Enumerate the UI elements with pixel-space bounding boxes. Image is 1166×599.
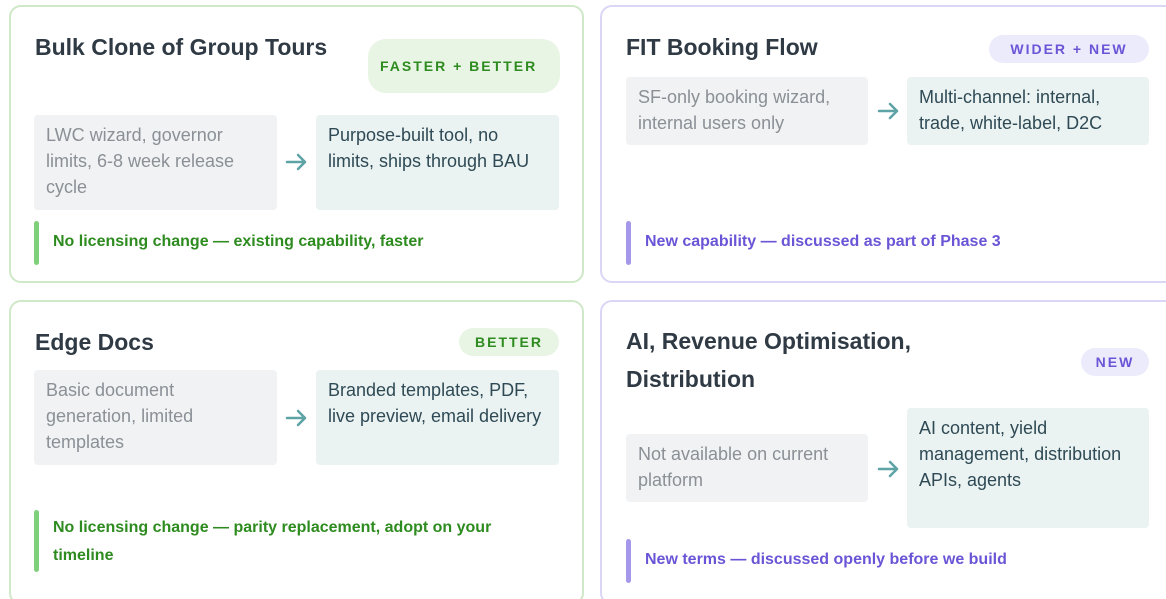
arrow-right-icon — [877, 460, 899, 478]
card-fit-booking: FIT Booking Flow WIDER + NEW SF-only boo… — [600, 5, 1166, 283]
after-description: Branded templates, PDF, live preview, em… — [316, 370, 559, 465]
card-title: Edge Docs — [35, 329, 154, 355]
arrow-right-icon — [285, 409, 307, 427]
before-description: SF-only booking wizard, internal users o… — [626, 77, 868, 145]
licensing-note: No licensing change — existing capabilit… — [34, 221, 554, 265]
after-description: Purpose-built tool, no limits, ships thr… — [316, 115, 559, 210]
before-description: LWC wizard, governor limits, 6-8 week re… — [34, 115, 277, 210]
status-badge: NEW — [1081, 348, 1149, 376]
card-title: FIT Booking Flow — [626, 34, 818, 60]
card-title: AI, Revenue Optimisation, Distribution — [626, 328, 911, 392]
arrow-right-icon — [877, 102, 899, 120]
arrow-right-icon — [285, 153, 307, 171]
after-description: AI content, yield management, distributi… — [907, 408, 1149, 528]
status-badge: FASTER + BETTER — [368, 39, 560, 93]
status-badge: WIDER + NEW — [989, 35, 1149, 63]
card-title: Bulk Clone of Group Tours — [35, 34, 328, 60]
after-description: Multi-channel: internal, trade, white-la… — [907, 77, 1149, 145]
card-ai-revenue: AI, Revenue Optimisation, Distribution N… — [600, 300, 1166, 599]
before-description: Basic document generation, limited templ… — [34, 370, 277, 465]
licensing-note: New terms — discussed openly before we b… — [626, 539, 1146, 583]
card-bulk-clone: Bulk Clone of Group Tours FASTER + BETTE… — [9, 5, 584, 283]
status-badge: BETTER — [459, 328, 559, 356]
before-description: Not available on current platform — [626, 434, 868, 502]
card-edge-docs: Edge Docs BETTER Basic document generati… — [9, 300, 584, 599]
licensing-note: New capability — discussed as part of Ph… — [626, 221, 1146, 265]
licensing-note: No licensing change — parity replacement… — [34, 510, 514, 572]
